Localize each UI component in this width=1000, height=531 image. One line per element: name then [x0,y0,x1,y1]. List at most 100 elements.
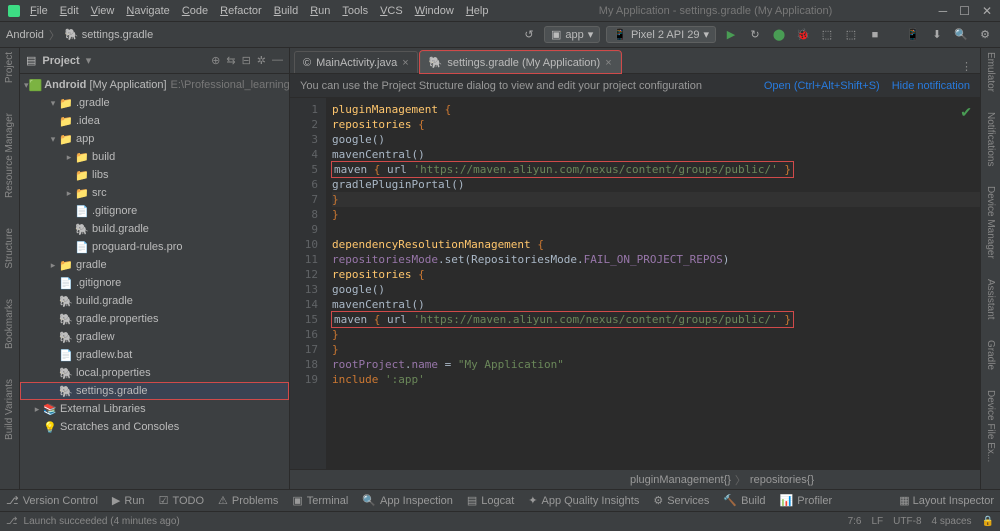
bottom-tool-logcat[interactable]: ▤Logcat [467,494,514,507]
tree-item-libs[interactable]: 📁libs [20,166,289,184]
tree-item-proguard-rules-pro[interactable]: 📄proguard-rules.pro [20,238,289,256]
tree-item--gitignore[interactable]: 📄.gitignore [20,274,289,292]
right-tool-assistant[interactable]: Assistant [985,279,996,320]
tree-item-build[interactable]: ▸📁build [20,148,289,166]
avd-icon[interactable]: 📱 [904,26,922,44]
tree-item-external-libraries[interactable]: ▸📚External Libraries [20,400,289,418]
sdk-icon[interactable]: ⬇ [928,26,946,44]
menu-file[interactable]: File [26,3,52,19]
right-tool-device file ex...[interactable]: Device File Ex... [985,390,996,462]
tree-item--gitignore[interactable]: 📄.gitignore [20,202,289,220]
debug-icon[interactable]: ↻ [746,26,764,44]
right-tool-emulator[interactable]: Emulator [985,52,996,92]
bottom-tool-app inspection[interactable]: 🔍App Inspection [362,494,452,507]
caret-position[interactable]: 7:6 [848,516,862,527]
tab-mainactivity-java[interactable]: ©MainActivity.java× [294,51,418,73]
close-tab-icon[interactable]: × [605,57,611,69]
menu-build[interactable]: Build [270,3,302,19]
encoding[interactable]: UTF-8 [893,516,921,527]
stop-icon[interactable]: ■ [866,26,884,44]
status-branch-icon[interactable]: ⎇ [6,516,18,527]
tab-menu-icon[interactable]: ⋮ [953,60,980,73]
menu-run[interactable]: Run [306,3,334,19]
left-tool-project[interactable]: Project [4,52,15,83]
left-tool-structure[interactable]: Structure [4,228,15,269]
menu-help[interactable]: Help [462,3,493,19]
menu-window[interactable]: Window [411,3,458,19]
bottom-tool-app quality insights[interactable]: ✦App Quality Insights [528,494,639,507]
tree-item-app[interactable]: ▾📁app [20,130,289,148]
project-tree[interactable]: ▾🟩Android [My Application]E:\Professiona… [20,74,289,489]
bottom-tool-services[interactable]: ⚙Services [653,494,709,507]
code-body[interactable]: pluginManagement { repositories { google… [326,98,980,469]
breadcrumb-item[interactable]: Android [6,29,44,41]
bottom-tool-problems[interactable]: ⚠Problems [218,494,278,507]
bottom-tool-terminal[interactable]: ▣Terminal [292,494,348,507]
sync-icon[interactable]: ↺ [520,26,538,44]
bottom-tool-profiler[interactable]: 📊Profiler [780,494,833,507]
line-ending[interactable]: LF [872,516,884,527]
menu-code[interactable]: Code [178,3,212,19]
tree-item-local-properties[interactable]: 🐘local.properties [20,364,289,382]
hint-text: You can use the Project Structure dialog… [300,80,702,92]
hide-icon[interactable]: — [272,54,283,67]
bottom-tool-layout-inspector[interactable]: ▦ Layout Inspector [899,494,994,507]
tree-root[interactable]: ▾🟩Android [My Application]E:\Professiona… [20,76,289,94]
menu-edit[interactable]: Edit [56,3,83,19]
bottom-tool-todo[interactable]: ☑TODO [159,494,204,507]
breadcrumb[interactable]: Android 〉 🐘 settings.gradle [6,27,153,43]
bottom-tool-run[interactable]: ▶Run [112,494,145,507]
menu-refactor[interactable]: Refactor [216,3,266,19]
gear-icon[interactable]: ✲ [257,54,266,67]
menu-navigate[interactable]: Navigate [122,3,173,19]
tab-settings-gradle[interactable]: 🐘settings.gradle (My Application)× [420,51,621,73]
device-selector[interactable]: 📱 Pixel 2 API 29 ▾ [606,26,716,43]
bug-icon[interactable]: 🐞 [794,26,812,44]
minimize-icon[interactable]: ─ [939,4,948,18]
tree-item--idea[interactable]: 📁.idea [20,112,289,130]
settings-icon[interactable]: ⚙ [976,26,994,44]
tree-item--gradle[interactable]: ▾📁.gradle [20,94,289,112]
breadcrumb-item[interactable]: 🐘 settings.gradle [65,28,153,41]
close-icon[interactable]: ✕ [982,4,992,18]
tree-item-gradle-properties[interactable]: 🐘gradle.properties [20,310,289,328]
close-tab-icon[interactable]: × [402,57,408,69]
left-tool-build variants[interactable]: Build Variants [4,379,15,440]
tree-item-gradlew-bat[interactable]: 📄gradlew.bat [20,346,289,364]
bottom-tool-version control[interactable]: ⎇Version Control [6,494,98,507]
menu-view[interactable]: View [87,3,119,19]
tree-item-scratches-and-consoles[interactable]: 💡Scratches and Consoles [20,418,289,436]
collapse-icon[interactable]: ⊟ [242,54,251,67]
left-tool-resource manager[interactable]: Resource Manager [4,113,15,198]
right-tool-notifications[interactable]: Notifications [985,112,996,166]
code-breadcrumb[interactable]: pluginManagement{} 〉 repositories{} [290,469,980,489]
menu-vcs[interactable]: VCS [376,3,407,19]
left-tool-bookmarks[interactable]: Bookmarks [4,299,15,349]
panel-title: Project [42,55,79,67]
coverage-icon[interactable]: ⬚ [818,26,836,44]
tree-item-build-gradle[interactable]: 🐘build.gradle [20,292,289,310]
maximize-icon[interactable]: ☐ [959,4,970,18]
code-editor[interactable]: 12345678910111213141516171819 pluginMana… [290,98,980,469]
target-icon[interactable]: ⊕ [211,54,220,67]
readonly-icon[interactable]: 🔒 [982,516,994,527]
module-selector[interactable]: ▣ app ▾ [544,26,600,43]
run-icon[interactable]: ▶ [722,26,740,44]
indent[interactable]: 4 spaces [932,516,972,527]
tree-item-gradlew[interactable]: 🐘gradlew [20,328,289,346]
expand-icon[interactable]: ⇆ [226,54,235,67]
tree-item-gradle[interactable]: ▸📁gradle [20,256,289,274]
open-structure-link[interactable]: Open (Ctrl+Alt+Shift+S) [764,80,880,92]
inspection-ok-icon[interactable]: ✔ [960,104,972,121]
tree-item-src[interactable]: ▸📁src [20,184,289,202]
profile-icon[interactable]: ⬤ [770,26,788,44]
bottom-tool-build[interactable]: 🔨Build [723,494,765,507]
menu-tools[interactable]: Tools [338,3,372,19]
tree-item-build-gradle[interactable]: 🐘build.gradle [20,220,289,238]
search-icon[interactable]: 🔍 [952,26,970,44]
right-tool-device manager[interactable]: Device Manager [985,186,996,259]
right-tool-gradle[interactable]: Gradle [985,340,996,370]
hide-notification-link[interactable]: Hide notification [892,80,970,92]
attach-icon[interactable]: ⬚ [842,26,860,44]
tree-item-settings-gradle[interactable]: 🐘settings.gradle [20,382,289,400]
